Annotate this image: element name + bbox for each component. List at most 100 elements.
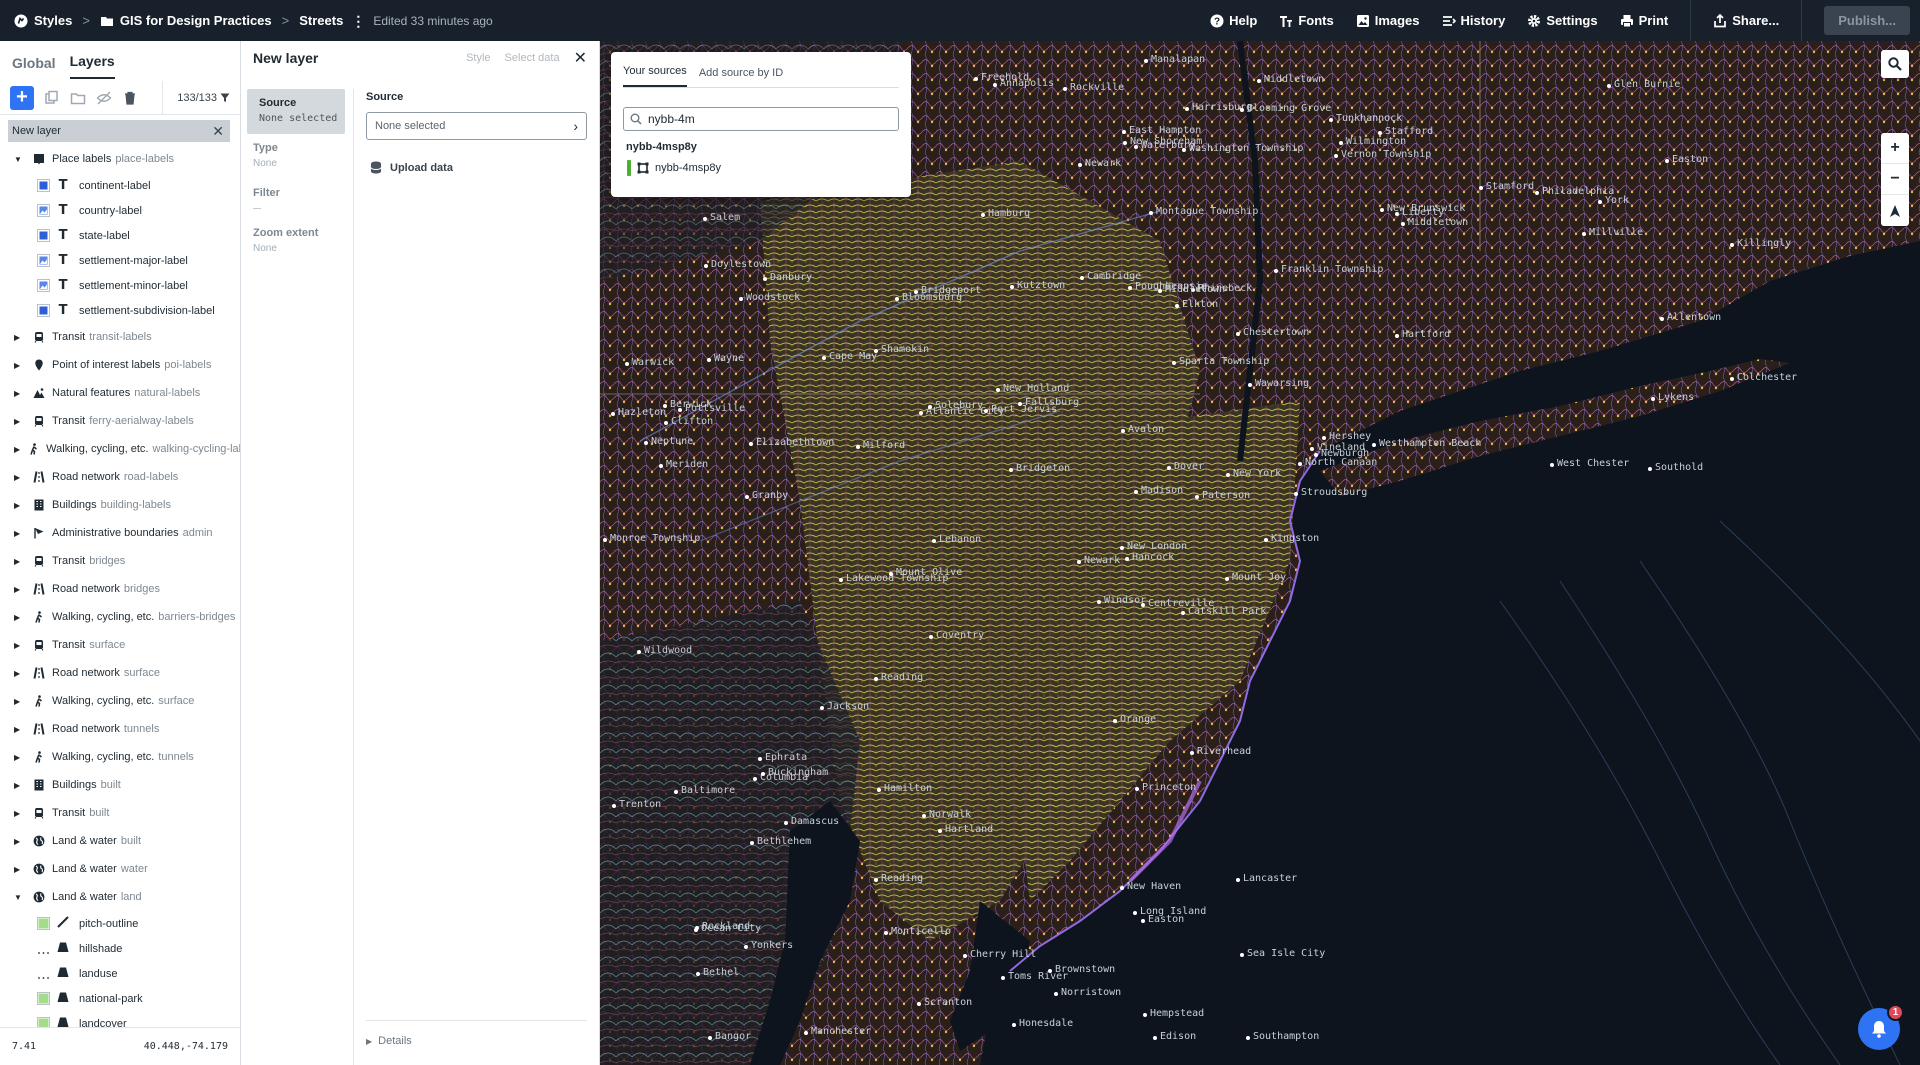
layer-group[interactable]: ▶ Walking, cycling, etc. walking-cycling-l… [0,435,240,463]
caret-right-icon[interactable]: ▶ [14,473,24,482]
caret-right-icon[interactable]: ▶ [14,725,24,734]
close-icon[interactable]: ✕ [212,123,224,140]
caret-right-icon[interactable]: ▶ [14,585,24,594]
layer-item[interactable]: Tsettlement-major-label [0,248,240,273]
share-button[interactable]: Share... [1713,13,1779,28]
caret-right-icon[interactable]: ▶ [14,809,24,818]
layer-group[interactable]: ▶ Walking, cycling, etc. tunnels [0,743,240,771]
layer-group[interactable]: ▶ Walking, cycling, etc. surface [0,687,240,715]
caret-right-icon[interactable]: ▶ [14,389,24,398]
layer-count[interactable]: 133/133 [162,81,230,114]
kebab-menu-icon[interactable]: ⋮ [351,14,365,28]
layer-group[interactable]: ▶ Point of interest labels poi-labels [0,351,240,379]
layer-group[interactable]: ▶ Buildings building-labels [0,491,240,519]
hide-icon[interactable] [96,90,112,106]
nav-filter[interactable]: Filter [241,179,353,219]
tab-style[interactable]: Style [466,52,490,64]
layer-item[interactable]: Tsettlement-subdivision-label [0,298,240,323]
layer-item[interactable]: Tcountry-label [0,198,240,223]
layer-group[interactable]: ▶ Walking, cycling, etc. barriers-bridges [0,603,240,631]
caret-right-icon[interactable]: ▶ [14,501,24,510]
tab-add-source-by-id[interactable]: Add source by ID [699,67,783,87]
source-search-input[interactable]: nybb-4m [623,107,899,131]
layer-item[interactable]: pitch-outline [0,911,240,936]
caret-right-icon[interactable]: ▶ [14,529,24,538]
caret-right-icon[interactable]: ▶ [14,445,20,454]
caret-down-icon[interactable]: ▼ [14,155,24,164]
new-layer-row[interactable]: New layer ✕ [8,120,230,142]
add-layer-button[interactable]: + [10,85,34,110]
layer-item[interactable]: national-park [0,986,240,1011]
trash-icon[interactable] [122,90,138,106]
map-place-label: Yonkers [751,940,794,951]
zoom-in-button[interactable]: + [1881,133,1909,164]
notifications-button[interactable]: 1 [1858,1004,1904,1050]
layer-group[interactable]: ▼ Land & water land [0,883,240,911]
source-select[interactable]: None selected › [366,112,587,140]
images-button[interactable]: Images [1356,13,1420,28]
caret-right-icon[interactable]: ▶ [14,697,24,706]
print-button[interactable]: Print [1620,13,1668,28]
style-name[interactable]: Streets [299,13,343,28]
project-link[interactable]: GIS for Design Practices [100,13,272,28]
caret-right-icon[interactable]: ▶ [14,417,24,426]
nav-source[interactable]: Source None selected [247,89,345,134]
tab-global[interactable]: Global [12,55,56,79]
publish-button[interactable]: Publish... [1824,6,1910,35]
nav-zoom-extent[interactable]: Zoom extent None [241,219,353,264]
layer-group[interactable]: ▶ Land & water built [0,827,240,855]
layer-group[interactable]: ▶ Transit surface [0,631,240,659]
layer-group[interactable]: ▶ Transit bridges [0,547,240,575]
caret-right-icon[interactable]: ▶ [14,753,24,762]
tab-your-sources[interactable]: Your sources [623,65,687,87]
caret-right-icon[interactable]: ▶ [14,361,24,370]
caret-right-icon[interactable]: ▶ [14,837,24,846]
caret-down-icon[interactable]: ▼ [14,893,24,902]
zoom-out-button[interactable]: − [1881,164,1909,195]
settings-button[interactable]: Settings [1527,13,1598,28]
layer-group[interactable]: ▶ Administrative boundaries admin [0,519,240,547]
history-button[interactable]: History [1442,13,1505,28]
map-place-label: Newark [1085,158,1122,169]
duplicate-icon[interactable] [44,90,60,106]
caret-right-icon[interactable]: ▶ [14,333,24,342]
caret-right-icon[interactable]: ▶ [14,669,24,678]
layer-group[interactable]: ▶ Land & water water [0,855,240,883]
map-place-dot [1120,546,1124,550]
close-editor-icon[interactable]: ✕ [574,48,587,68]
compass-button[interactable] [1881,195,1909,226]
layer-group[interactable]: ▶ Transit built [0,799,240,827]
layer-group[interactable]: ▶ Road network road-labels [0,463,240,491]
tab-select-data[interactable]: Select data [505,52,560,64]
nav-type[interactable]: Type None [241,134,353,179]
source-layer-item[interactable]: nybb-4msp8y [623,160,899,176]
tab-layers[interactable]: Layers [69,53,115,79]
layer-item[interactable]: landuse [0,961,240,986]
search-icon [1888,57,1902,71]
map-search-button[interactable] [1881,50,1909,78]
fonts-button[interactable]: Fonts [1279,13,1334,28]
layer-group[interactable]: ▼ Place labels place-labels [0,145,240,173]
caret-right-icon[interactable]: ▶ [14,641,24,650]
details-toggle[interactable]: ▶ Details [366,1020,587,1047]
layer-group[interactable]: ▶ Buildings built [0,771,240,799]
layer-group[interactable]: ▶ Transit transit-labels [0,323,240,351]
caret-right-icon[interactable]: ▶ [14,557,24,566]
layer-group[interactable]: ▶ Road network tunnels [0,715,240,743]
layer-item[interactable]: Tcontinent-label [0,173,240,198]
layer-group[interactable]: ▶ Transit ferry-aerialway-labels [0,407,240,435]
layer-item[interactable]: hillshade [0,936,240,961]
layer-group[interactable]: ▶ Road network surface [0,659,240,687]
layer-group[interactable]: ▶ Natural features natural-labels [0,379,240,407]
upload-data-button[interactable]: Upload data [366,161,587,174]
layer-group[interactable]: ▶ Road network bridges [0,575,240,603]
caret-right-icon[interactable]: ▶ [14,613,24,622]
folder-icon[interactable] [70,90,86,106]
source-heading: Source [366,91,404,103]
caret-right-icon[interactable]: ▶ [14,781,24,790]
help-button[interactable]: ? Help [1210,13,1257,28]
caret-right-icon[interactable]: ▶ [14,865,24,874]
layer-item[interactable]: Tstate-label [0,223,240,248]
layer-item[interactable]: Tsettlement-minor-label [0,273,240,298]
styles-link[interactable]: Styles [14,13,72,28]
